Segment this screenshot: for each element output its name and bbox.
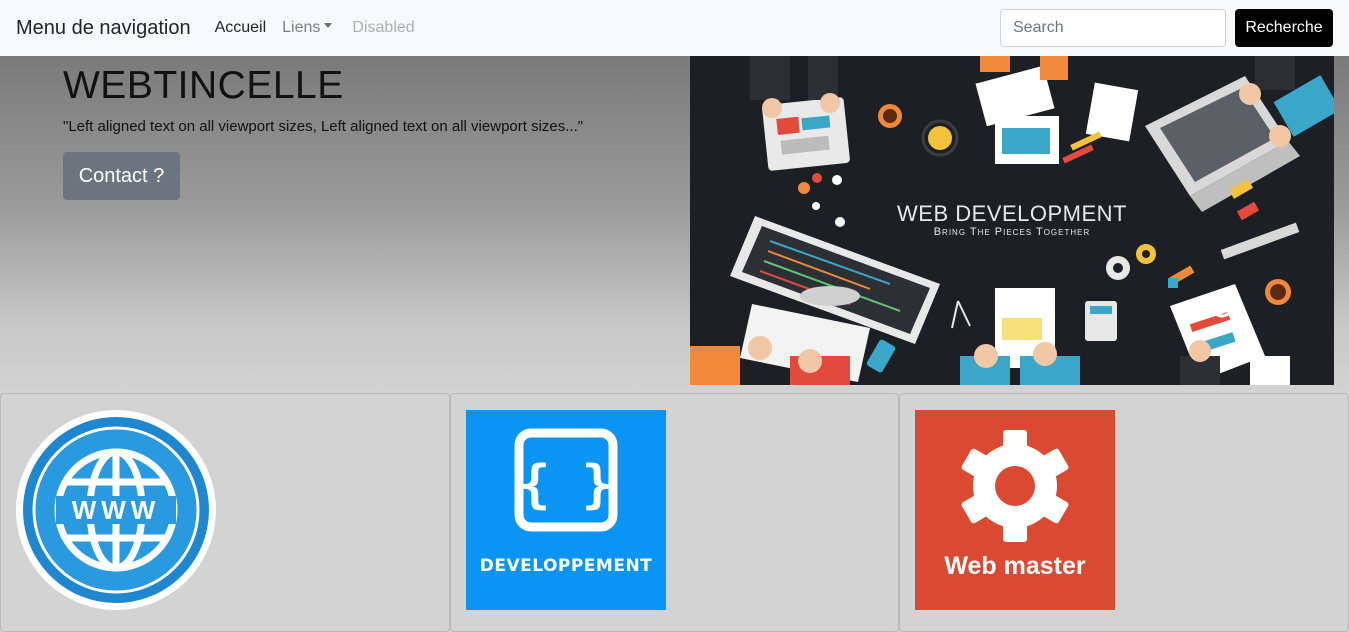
card-developpement: { } DEVELOPPEMENT <box>450 393 899 632</box>
contact-button[interactable]: Contact ? <box>63 152 180 200</box>
search-button[interactable]: Recherche <box>1235 9 1333 47</box>
card-web-master: Web master <box>899 393 1349 632</box>
search-form: Recherche <box>1000 9 1333 47</box>
web-development-banner: WEB DEVELOPMENT Bring The Pieces Togethe… <box>690 56 1334 385</box>
www-globe-icon[interactable]: WWW <box>16 410 216 610</box>
developpement-label: DEVELOPPEMENT <box>479 556 653 576</box>
nav-link-disabled: Disabled <box>352 19 415 36</box>
hero-text: "Left aligned text on all viewport sizes… <box>63 118 584 135</box>
nav-link-home[interactable]: Accueil <box>215 19 267 37</box>
web-master-label: Web master <box>944 552 1086 580</box>
banner-title: WEB DEVELOPMENT <box>897 201 1127 226</box>
www-label: WWW <box>72 495 161 525</box>
nav-link-links[interactable]: Liens <box>282 19 320 37</box>
top-navbar: Menu de navigation Accueil Liens Disable… <box>0 0 1349 56</box>
gear-icon[interactable]: Web master <box>915 410 1115 610</box>
banner-subtitle: Bring The Pieces Together <box>933 226 1091 238</box>
code-braces-icon[interactable]: { } DEVELOPPEMENT <box>466 410 666 610</box>
search-input[interactable] <box>1000 9 1226 47</box>
card-www: WWW <box>0 393 450 632</box>
dropdown-caret-icon[interactable] <box>324 22 333 28</box>
hero-title: WEBTINCELLE <box>63 64 344 107</box>
svg-text:{ }: { } <box>519 455 613 515</box>
navbar-brand[interactable]: Menu de navigation <box>16 17 191 40</box>
